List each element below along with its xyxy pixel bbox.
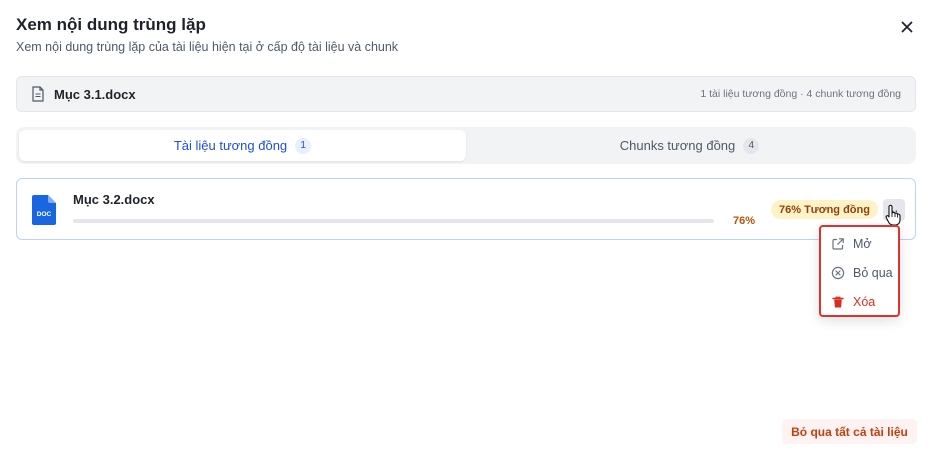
external-link-icon xyxy=(831,237,845,251)
close-icon xyxy=(901,21,913,33)
document-context-menu: Mở Bỏ qua Xóa xyxy=(819,225,900,317)
doc-file-icon: DOC xyxy=(32,195,56,225)
menu-item-delete[interactable]: Xóa xyxy=(821,287,898,316)
current-file-name: Mục 3.1.docx xyxy=(54,86,136,102)
close-button[interactable] xyxy=(896,16,918,38)
dialog-subtitle: Xem nội dung trùng lặp của tài liệu hiện… xyxy=(16,40,399,54)
hand-pointer-icon xyxy=(885,204,901,226)
circle-x-icon xyxy=(831,266,845,280)
menu-item-skip[interactable]: Bỏ qua xyxy=(821,258,898,287)
tab-count-badge: 1 xyxy=(295,137,312,154)
menu-item-label: Mở xyxy=(853,236,872,251)
file-icon xyxy=(31,86,45,102)
similarity-badge: 76% Tương đồng xyxy=(771,200,878,219)
doc-icon-label: DOC xyxy=(37,211,52,218)
similar-document-name: Mục 3.2.docx xyxy=(73,192,155,207)
skip-all-documents-button[interactable]: Bỏ qua tất cả tài liệu xyxy=(782,419,917,444)
menu-item-label: Xóa xyxy=(853,294,876,309)
trash-icon xyxy=(831,295,845,309)
menu-item-label: Bỏ qua xyxy=(853,265,893,280)
duplicate-summary: 1 tài liệu tương đồng · 4 chunk tương đồ… xyxy=(700,88,901,100)
tab-count-badge: 4 xyxy=(743,137,760,154)
result-tabs: Tài liệu tương đồng 1 Chunks tương đồng … xyxy=(16,127,916,164)
dialog-title: Xem nội dung trùng lặp xyxy=(16,15,206,34)
similarity-percent: 76% xyxy=(733,215,756,227)
similar-document-row: DOC Mục 3.2.docx 76% 76% Tương đồng ·· xyxy=(16,178,916,240)
current-file-bar: Mục 3.1.docx 1 tài liệu tương đồng · 4 c… xyxy=(16,76,916,112)
tab-similar-documents[interactable]: Tài liệu tương đồng 1 xyxy=(19,130,466,161)
tab-similar-chunks[interactable]: Chunks tương đồng 4 xyxy=(466,130,913,161)
similarity-progress-fill xyxy=(73,219,561,223)
tab-label: Tài liệu tương đồng xyxy=(173,138,288,153)
similarity-progress-bar xyxy=(73,219,714,223)
tab-label: Chunks tương đồng xyxy=(619,138,736,153)
menu-item-open[interactable]: Mở xyxy=(821,229,898,258)
